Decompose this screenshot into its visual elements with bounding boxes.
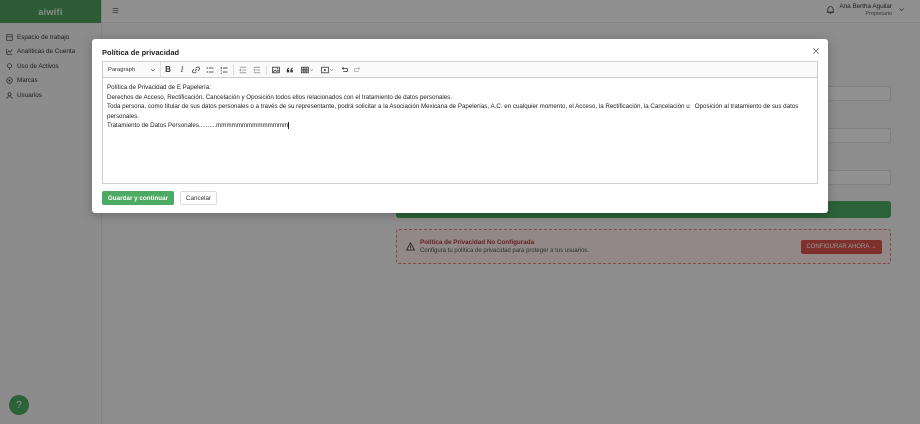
editor-paragraph: Derechos de Acceso, Rectificación, Cance… xyxy=(107,93,452,101)
toolbar-divider xyxy=(233,64,234,75)
text-cursor xyxy=(288,121,290,129)
numbered-list-icon xyxy=(220,66,228,74)
undo-icon xyxy=(341,66,348,72)
quote-icon xyxy=(286,67,293,72)
close-icon[interactable] xyxy=(812,47,820,55)
chevron-down-icon xyxy=(309,68,313,71)
bulleted-list-button[interactable] xyxy=(203,62,217,78)
block-format-select[interactable]: Paragraph xyxy=(103,61,161,78)
bold-button[interactable]: B xyxy=(161,62,175,78)
rich-text-editor: Paragraph B I Política de Privacidad de … xyxy=(102,61,818,184)
indent-button[interactable] xyxy=(250,62,264,78)
insert-media-button[interactable] xyxy=(317,62,337,78)
editor-paragraph-current: Tratamiento de Datos Personales.........… xyxy=(107,121,813,131)
editor-content[interactable]: Política de Privacidad de E Papelería: D… xyxy=(103,78,817,136)
block-format-label: Paragraph xyxy=(108,66,136,73)
link-button[interactable] xyxy=(189,62,203,78)
editor-paragraph: Toda persona, como titular de sus datos … xyxy=(107,103,801,120)
numbered-list-button[interactable] xyxy=(217,62,231,78)
redo-icon xyxy=(354,66,361,72)
chevron-down-icon xyxy=(150,68,156,71)
indent-icon xyxy=(253,66,261,73)
media-icon xyxy=(320,66,329,73)
insert-table-button[interactable] xyxy=(297,62,317,78)
bulleted-list-icon xyxy=(206,66,214,73)
outdent-button[interactable] xyxy=(236,62,250,78)
editor-paragraph-text: Tratamiento de Datos Personales.........… xyxy=(107,122,289,129)
editor-paragraph: Política de Privacidad de E Papelería: xyxy=(107,84,211,91)
outdent-icon xyxy=(239,66,247,73)
save-and-continue-button[interactable]: Guardar y continuar xyxy=(102,191,174,205)
italic-button[interactable]: I xyxy=(175,62,189,78)
privacy-policy-modal: Política de privacidad Paragraph B I Pol… xyxy=(92,39,828,213)
toolbar-divider xyxy=(266,64,267,75)
image-icon xyxy=(272,66,280,73)
link-icon xyxy=(192,66,200,73)
undo-button[interactable] xyxy=(337,62,351,78)
editor-toolbar: Paragraph B I xyxy=(103,61,817,78)
modal-title: Política de privacidad xyxy=(102,48,180,57)
block-quote-button[interactable] xyxy=(283,62,297,78)
redo-button[interactable] xyxy=(351,62,365,78)
insert-image-button[interactable] xyxy=(269,62,283,78)
chevron-down-icon xyxy=(329,68,333,71)
cancel-button[interactable]: Cancelar xyxy=(180,191,217,205)
table-icon xyxy=(300,66,309,73)
